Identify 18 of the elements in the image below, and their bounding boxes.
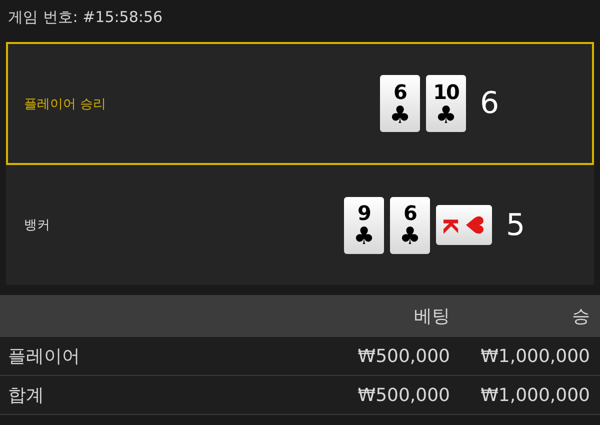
row-label: 플레이어 — [8, 345, 81, 368]
row-label: 합계 — [8, 384, 45, 407]
column-header: 베팅 — [413, 305, 450, 328]
table-cell-text: ₩1,000,000 — [480, 346, 590, 366]
playing-card: 10 ♣ — [426, 75, 466, 132]
playing-card: K ♥ — [436, 205, 492, 245]
playing-card: 6 ♣ — [380, 75, 420, 132]
table-cell-text: ₩1,000,000 — [480, 384, 590, 406]
playing-card: 9 ♣ — [344, 196, 384, 254]
table-cell-text: ₩500,000 — [356, 384, 450, 406]
hand-label: 뱅커 — [24, 217, 51, 234]
table-cell-text: ₩500,000 — [356, 346, 450, 366]
game-number: 게임 번호: #15:58:56 — [7, 7, 164, 28]
column-header: 승 — [571, 305, 590, 328]
hand-score: 5 — [506, 208, 526, 242]
hand-score: 6 — [480, 86, 500, 121]
playing-card: 6 ♣ — [390, 196, 430, 254]
hand-label: 플레이어 승리 — [24, 96, 108, 112]
